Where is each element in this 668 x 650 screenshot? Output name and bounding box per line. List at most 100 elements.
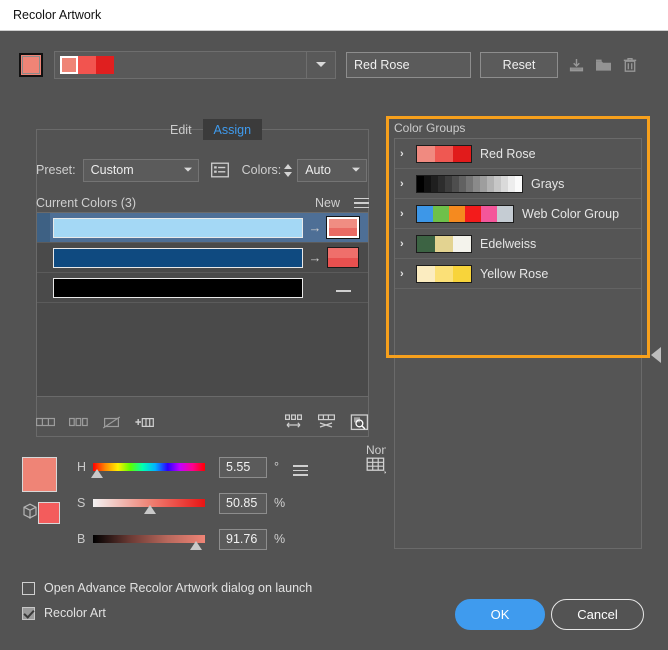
open-advance-dialog-checkbox[interactable] xyxy=(22,581,35,595)
hue-input[interactable]: 5.55 xyxy=(219,456,267,478)
mode-tabs: Edit Assign xyxy=(159,119,263,140)
new-color-swatch[interactable] xyxy=(326,216,360,239)
brightness-value: 91.76 xyxy=(226,532,258,546)
current-color-bar[interactable] xyxy=(53,277,303,298)
current-color-bar[interactable] xyxy=(53,217,303,238)
brightness-channel-label: B xyxy=(77,532,86,546)
saturation-slider-thumb[interactable] xyxy=(144,505,157,514)
open-advance-dialog-label: Open Advance Recolor Artwork dialog on l… xyxy=(44,581,313,595)
window-title-bar: Recolor Artwork xyxy=(0,0,668,31)
brightness-input[interactable]: 91.76 xyxy=(219,528,267,550)
reset-button[interactable]: Reset xyxy=(480,52,558,78)
color-preview-icon[interactable] xyxy=(350,413,369,431)
preset-select[interactable]: Custom xyxy=(82,158,199,182)
tab-assign[interactable]: Assign xyxy=(202,119,263,140)
color-groups-highlight-box xyxy=(386,116,650,358)
open-advance-dialog-checkbox-row[interactable]: Open Advance Recolor Artwork dialog on l… xyxy=(22,581,312,595)
reset-button-label: Reset xyxy=(502,58,536,72)
hue-value: 5.55 xyxy=(226,460,251,474)
color-group-actions xyxy=(569,57,637,73)
current-colors-label: Current Colors (3) xyxy=(36,196,137,210)
brightness-slider-track[interactable] xyxy=(93,535,205,550)
hue-slider-row: H 5.55 ° xyxy=(77,454,377,480)
new-color-swatch[interactable] xyxy=(327,247,359,268)
table-row[interactable] xyxy=(37,273,368,303)
merge-colors-icon[interactable] xyxy=(36,416,55,428)
table-row[interactable]: → xyxy=(37,213,368,243)
brightness-slider-thumb[interactable] xyxy=(190,541,203,550)
saturation-slider-track[interactable] xyxy=(93,499,205,514)
current-color-bar[interactable] xyxy=(53,247,303,268)
preset-label: Preset: xyxy=(36,163,76,177)
stepper-down-icon[interactable] xyxy=(283,171,292,177)
hue-slider-thumb[interactable] xyxy=(91,469,104,478)
colors-stepper[interactable] xyxy=(281,159,294,182)
stepper-up-icon[interactable] xyxy=(283,163,292,169)
preset-row: Preset: Custom Colors: Auto xyxy=(36,158,368,182)
hue-gradient xyxy=(93,463,205,471)
no-new-color-dash-icon xyxy=(327,281,359,295)
colors-select[interactable]: Auto xyxy=(297,158,368,182)
row-handle[interactable] xyxy=(37,273,50,302)
current-colors-tools xyxy=(36,413,369,431)
brightness-slider-row: B 91.76 % xyxy=(77,526,377,552)
current-colors-list[interactable]: → → xyxy=(36,212,369,397)
hue-slider-track[interactable] xyxy=(91,463,205,478)
table-row[interactable]: → xyxy=(37,243,368,273)
hue-unit: ° xyxy=(274,460,279,474)
tab-edit[interactable]: Edit xyxy=(159,119,203,140)
color-group-strip-swatch xyxy=(78,56,96,74)
color-group-strip xyxy=(60,56,114,74)
page-title: Recolor Artwork xyxy=(13,8,102,22)
saturation-unit: % xyxy=(274,496,286,510)
randomly-change-color-order-icon[interactable] xyxy=(284,413,303,431)
arrow-icon: → xyxy=(308,220,322,235)
delete-color-group-icon[interactable] xyxy=(623,57,637,73)
exclude-colors-icon[interactable] xyxy=(102,415,121,429)
saturation-value: 50.85 xyxy=(226,496,258,510)
saturation-channel-label: S xyxy=(77,496,86,510)
color-group-name-value: Red Rose xyxy=(354,58,410,72)
colors-value: Auto xyxy=(305,163,331,177)
color-group-combo[interactable] xyxy=(54,51,336,79)
color-group-toolbar: Red Rose Reset xyxy=(19,50,649,80)
separate-colors-icon[interactable] xyxy=(69,416,88,428)
recolor-artwork-dialog: Red Rose Reset Edit Assign Preset: Custo… xyxy=(0,32,668,630)
ok-button[interactable]: OK xyxy=(455,599,545,630)
color-mode-cube-icon[interactable] xyxy=(22,503,38,519)
row-handle[interactable] xyxy=(37,243,50,272)
cancel-button-label: Cancel xyxy=(577,607,618,622)
selected-color-small-swatch[interactable] xyxy=(38,502,60,524)
tab-assign-label: Assign xyxy=(213,122,252,137)
cancel-button[interactable]: Cancel xyxy=(551,599,644,630)
saturation-input[interactable]: 50.85 xyxy=(219,492,267,514)
randomly-change-saturation-brightness-icon[interactable] xyxy=(317,413,336,431)
brightness-unit: % xyxy=(274,532,286,546)
collapse-panel-arrow-icon[interactable] xyxy=(651,347,661,363)
chevron-down-icon xyxy=(183,167,192,172)
current-colors-header: Current Colors (3) New xyxy=(36,196,369,210)
ok-button-label: OK xyxy=(490,607,510,622)
color-reduction-options-icon[interactable] xyxy=(210,162,229,178)
artwork-color-swatch[interactable] xyxy=(19,53,43,77)
colors-label: Colors: xyxy=(241,163,282,177)
color-group-strip-swatch xyxy=(60,56,78,74)
add-color-row-icon[interactable] xyxy=(135,416,154,429)
chevron-down-icon xyxy=(352,167,361,172)
new-column-label: New xyxy=(314,196,340,210)
brightness-gradient xyxy=(93,535,205,543)
current-colors-menu-icon[interactable] xyxy=(354,197,369,209)
dialog-footer: Open Advance Recolor Artwork dialog on l… xyxy=(0,572,668,650)
chevron-down-icon[interactable] xyxy=(316,62,326,67)
selected-color-large-swatch[interactable] xyxy=(22,457,57,492)
tab-edit-label: Edit xyxy=(170,122,192,137)
hsb-controls: H 5.55 ° S 50.85 % B 91.76 % None xyxy=(19,443,395,560)
row-handle[interactable] xyxy=(37,213,50,242)
color-group-name-input[interactable]: Red Rose xyxy=(346,52,471,78)
saturation-slider-row: S 50.85 % xyxy=(77,490,377,516)
slider-options-menu-icon[interactable] xyxy=(293,465,308,476)
new-color-group-folder-icon[interactable] xyxy=(595,58,612,73)
save-to-swatches-icon[interactable] xyxy=(569,58,584,73)
arrow-icon: → xyxy=(308,250,322,265)
preset-value: Custom xyxy=(90,163,134,177)
